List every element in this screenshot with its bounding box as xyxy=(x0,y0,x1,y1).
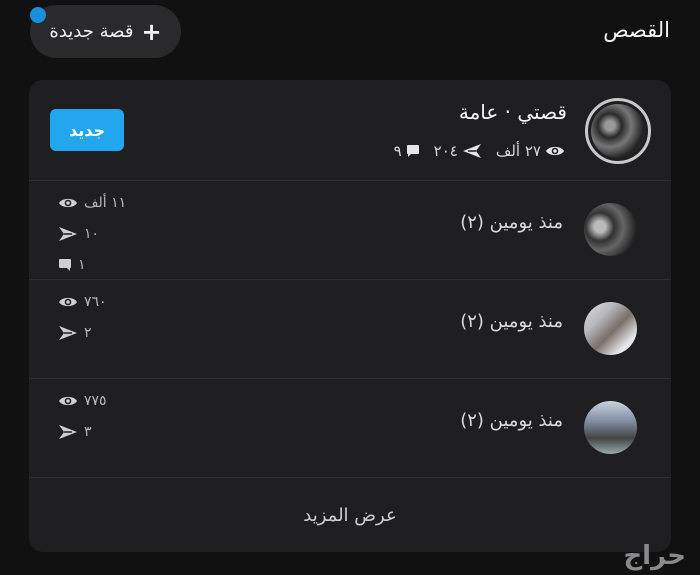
watermark-logo: حراج xyxy=(623,541,687,571)
new-badge-button[interactable]: جديد xyxy=(50,109,124,151)
notification-dot xyxy=(30,7,46,23)
page-title: القصص xyxy=(603,18,670,42)
views-stat: ٧٦٠ xyxy=(58,291,107,312)
story-time: منذ يومين (٢) xyxy=(460,212,563,233)
eye-icon xyxy=(58,196,78,210)
my-story-avatar[interactable] xyxy=(585,98,651,164)
eye-icon xyxy=(58,295,78,309)
shares-stat: ٢٠٤ xyxy=(434,142,482,160)
story-row[interactable]: منذ يومين (٢) ٧٦٠ ٢ xyxy=(29,280,671,379)
shares-count: ١٠ xyxy=(84,225,100,242)
shares-count: ٢ xyxy=(84,324,92,341)
views-stat: ٧٧٥ xyxy=(58,390,107,411)
views-count: ٢٧ ألف xyxy=(495,142,541,160)
share-arrow-icon xyxy=(58,424,78,440)
shares-count: ٢٠٤ xyxy=(433,142,458,160)
comments-stat: ١ xyxy=(58,254,126,275)
share-arrow-icon xyxy=(58,325,78,341)
show-more-button[interactable]: عرض المزيد xyxy=(29,478,671,552)
comments-count: ٩ xyxy=(393,142,402,160)
my-story-title: قصتي · عامة xyxy=(458,100,567,124)
share-arrow-icon xyxy=(58,226,78,242)
shares-stat: ٢ xyxy=(58,322,107,343)
story-avatar[interactable] xyxy=(584,401,637,454)
story-avatar[interactable] xyxy=(584,302,637,355)
plus-icon: + xyxy=(141,17,162,46)
comment-icon xyxy=(58,258,72,272)
story-stats: ٧٦٠ ٢ xyxy=(58,291,107,343)
comment-icon xyxy=(406,144,420,158)
story-time: منذ يومين (٢) xyxy=(460,311,563,332)
views-stat: ٢٧ ألف xyxy=(496,142,565,160)
eye-icon xyxy=(58,394,78,408)
views-count: ٧٦٠ xyxy=(84,293,107,310)
views-count: ١١ ألف xyxy=(84,194,127,211)
new-story-button[interactable]: + قصة جديدة xyxy=(30,5,181,58)
story-row[interactable]: منذ يومين (٢) ٧٧٥ ٣ xyxy=(29,379,671,478)
views-stat: ١١ ألف xyxy=(58,192,126,213)
stories-card: قصتي · عامة ٢٧ ألف ٢٠٤ ٩ جديد منذ يومين … xyxy=(29,80,671,552)
views-count: ٧٧٥ xyxy=(84,392,107,409)
story-stats: ١١ ألف ١٠ ١ xyxy=(58,192,126,275)
eye-icon xyxy=(545,144,565,158)
story-stats: ٧٧٥ ٣ xyxy=(58,390,107,442)
shares-stat: ٣ xyxy=(58,421,107,442)
story-row[interactable]: منذ يومين (٢) ١١ ألف ١٠ ١ xyxy=(29,181,671,280)
story-time: منذ يومين (٢) xyxy=(460,410,563,431)
my-story-stats: ٢٧ ألف ٢٠٤ ٩ xyxy=(394,142,565,160)
shares-stat: ١٠ xyxy=(58,223,126,244)
shares-count: ٣ xyxy=(84,423,92,440)
my-story-row[interactable]: قصتي · عامة ٢٧ ألف ٢٠٤ ٩ جديد xyxy=(29,80,671,181)
comments-stat: ٩ xyxy=(394,142,420,160)
story-avatar[interactable] xyxy=(584,203,637,256)
new-story-label: قصة جديدة xyxy=(49,21,134,42)
comments-count: ١ xyxy=(78,256,86,273)
share-arrow-icon xyxy=(462,143,482,159)
